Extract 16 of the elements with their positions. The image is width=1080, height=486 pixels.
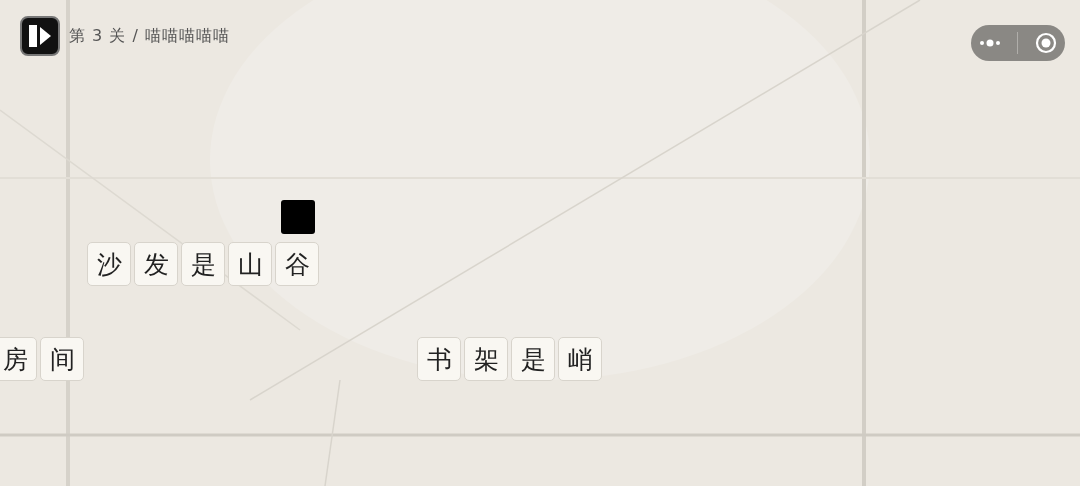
word-tile[interactable]: 是 xyxy=(511,337,555,381)
word-tile[interactable]: 间 xyxy=(40,337,84,381)
level-title: 第 3 关 / 喵喵喵喵喵 xyxy=(69,25,230,47)
word-tile[interactable]: 房 xyxy=(0,337,37,381)
logo-icon xyxy=(20,16,60,56)
close-icon[interactable] xyxy=(1034,32,1057,54)
word-tile[interactable]: 是 xyxy=(181,242,225,286)
word-tile[interactable]: 书 xyxy=(417,337,461,381)
word-tile[interactable]: 沙 xyxy=(87,242,131,286)
word-tile[interactable]: 山 xyxy=(228,242,272,286)
word-tile[interactable]: 架 xyxy=(464,337,508,381)
word-tile[interactable]: 发 xyxy=(134,242,178,286)
word-tile[interactable]: 谷 xyxy=(275,242,319,286)
more-icon[interactable] xyxy=(979,39,1002,47)
word-tile[interactable]: 峭 xyxy=(558,337,602,381)
player-block xyxy=(281,200,315,234)
